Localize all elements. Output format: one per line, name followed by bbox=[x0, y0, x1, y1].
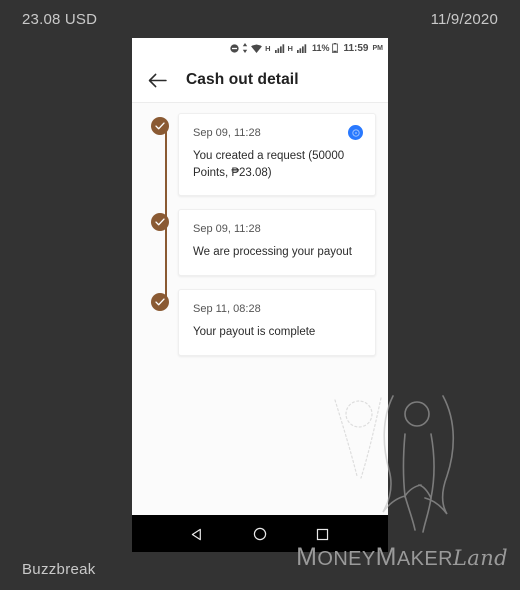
vertical-arrows-icon bbox=[242, 43, 248, 53]
app-name-label: Buzzbreak bbox=[22, 560, 96, 578]
back-arrow-icon[interactable] bbox=[144, 67, 170, 93]
signal-type-label-2: H bbox=[287, 43, 293, 53]
nav-back-triangle-icon[interactable] bbox=[180, 517, 214, 551]
outer-top-bar: 23.08 USD 11/9/2020 bbox=[0, 0, 520, 38]
clock-ampm-label: PM bbox=[372, 44, 384, 52]
timeline-message: We are processing your payout bbox=[193, 246, 352, 259]
battery-percent-label: 11% bbox=[311, 43, 330, 53]
timeline-item: Sep 09, 11:28 You created a request (500… bbox=[151, 113, 376, 197]
timeline-card[interactable]: Sep 11, 08:28 Your payout is complete bbox=[178, 289, 376, 356]
signal-bars-icon-2 bbox=[296, 43, 307, 53]
timeline-item: Sep 11, 08:28 Your payout is complete bbox=[151, 289, 376, 356]
signal-type-label-1: H bbox=[265, 43, 271, 53]
clock-label: 11:59 bbox=[343, 42, 369, 54]
timeline-date: Sep 11, 08:28 bbox=[193, 303, 261, 316]
wifi-icon bbox=[251, 44, 262, 53]
cashout-detail-content: Sep 09, 11:28 You created a request (500… bbox=[132, 103, 388, 515]
check-circle-icon bbox=[151, 293, 169, 312]
page-title: Cash out detail bbox=[186, 71, 299, 88]
app-bar: Cash out detail bbox=[132, 58, 388, 103]
status-bar: H H 11% 11:59 PM bbox=[132, 38, 388, 58]
payout-timeline: Sep 09, 11:28 You created a request (500… bbox=[144, 113, 376, 356]
phone-screen: H H 11% 11:59 PM Cash out detail Sep 09,… bbox=[132, 38, 388, 552]
timeline-message: You created a request (50000 Points, ₱23… bbox=[193, 150, 345, 179]
battery-low-icon bbox=[332, 43, 339, 53]
date-label: 11/9/2020 bbox=[430, 10, 498, 28]
amount-label: 23.08 USD bbox=[22, 10, 98, 28]
do-not-disturb-icon bbox=[230, 43, 239, 53]
timeline-card[interactable]: Sep 09, 11:28 We are processing your pay… bbox=[178, 209, 376, 277]
outer-bottom-bar: Buzzbreak bbox=[0, 548, 520, 590]
coin-icon: ¤ bbox=[348, 125, 363, 140]
timeline-item: Sep 09, 11:28 We are processing your pay… bbox=[151, 209, 376, 277]
nav-recents-square-icon[interactable] bbox=[306, 517, 340, 551]
timeline-date: Sep 09, 11:28 bbox=[193, 127, 261, 139]
signal-bars-icon-1 bbox=[274, 43, 285, 53]
timeline-date: Sep 09, 11:28 bbox=[193, 223, 261, 236]
android-nav-bar bbox=[132, 515, 388, 552]
nav-home-circle-icon[interactable] bbox=[243, 517, 277, 551]
timeline-card[interactable]: Sep 09, 11:28 You created a request (500… bbox=[178, 113, 376, 197]
timeline-message: Your payout is complete bbox=[193, 326, 316, 339]
check-circle-icon bbox=[151, 117, 169, 135]
